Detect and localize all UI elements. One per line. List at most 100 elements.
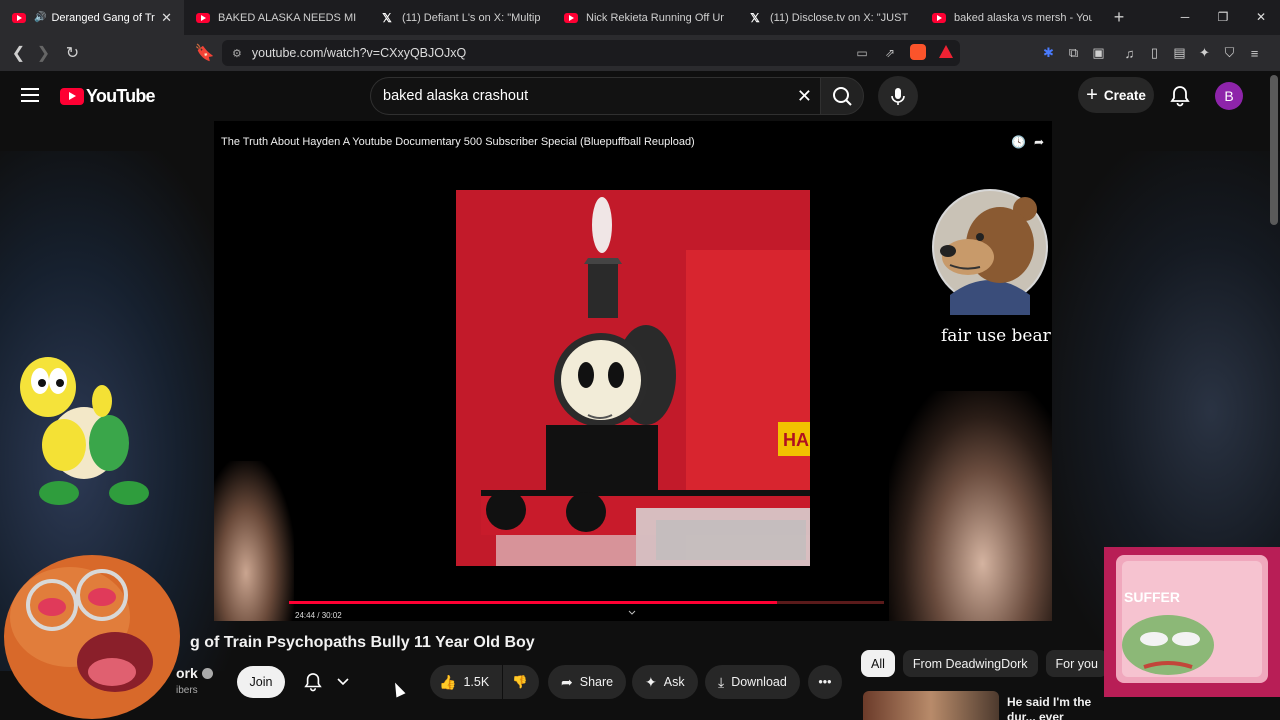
video-overlay-title[interactable]: The Truth About Hayden A Youtube Documen… xyxy=(221,136,695,148)
progress-fill xyxy=(289,601,777,604)
wallet-icon[interactable]: ▤ xyxy=(1167,45,1192,61)
watch-later-icon[interactable]: 🕓 xyxy=(1011,135,1026,149)
search-icon xyxy=(833,87,852,106)
download-label: Download xyxy=(731,675,787,689)
new-tab-button[interactable]: + xyxy=(1104,7,1134,28)
tab-title: BAKED ALASKA NEEDS MILK! #y xyxy=(218,11,356,24)
youtube-header: YouTube baked alaska crashout ✕ + Create… xyxy=(0,71,1280,121)
youtube-favicon-icon xyxy=(12,12,26,23)
speaker-icon[interactable]: 🔊 xyxy=(34,12,46,23)
cast-icon[interactable]: ▭ xyxy=(848,46,876,60)
forward-icon[interactable]: ❯ xyxy=(31,43,56,63)
close-window-icon[interactable]: ✕ xyxy=(1242,0,1280,35)
video-face-left xyxy=(214,461,294,621)
ask-button[interactable]: ✦ Ask xyxy=(632,665,698,699)
more-actions-button[interactable]: ••• xyxy=(808,665,842,699)
extension-icon[interactable]: ✱ xyxy=(1036,45,1061,61)
x-favicon-icon: 𝕏 xyxy=(750,10,760,25)
back-icon[interactable]: ❮ xyxy=(6,43,31,63)
page-scrollbar[interactable] xyxy=(1270,75,1278,225)
chip-for-you[interactable]: For you xyxy=(1045,650,1108,677)
reload-icon[interactable]: ↻ xyxy=(60,43,85,63)
x-favicon-icon: 𝕏 xyxy=(382,10,392,25)
ask-label: Ask xyxy=(663,675,685,689)
share-button[interactable]: ➦ Share xyxy=(548,665,627,699)
thumbs-up-icon: 👍 xyxy=(439,673,457,690)
sparkle-icon: ✦ xyxy=(645,673,657,690)
bell-icon xyxy=(1170,86,1190,107)
chip-from-channel[interactable]: From DeadwingDork xyxy=(902,650,1038,677)
voice-search-button[interactable] xyxy=(878,76,918,116)
search-input[interactable]: baked alaska crashout ✕ xyxy=(370,77,824,115)
address-bar[interactable]: ⚙ youtube.com/watch?v=CXxyQBJOJxQ ▭ ⇗ xyxy=(222,40,960,66)
video-title: g of Train Psychopaths Bully 11 Year Old… xyxy=(190,634,535,651)
share-arrow-icon: ➦ xyxy=(561,673,573,690)
recommended-video-title[interactable]: He said I'm the dur... ever xyxy=(1007,695,1107,720)
browser-tab-6[interactable]: baked alaska vs mersh - YouTub xyxy=(920,0,1104,35)
share-icon[interactable]: ➦ xyxy=(1034,135,1044,149)
guide-menu-icon[interactable] xyxy=(21,88,39,106)
browser-tab-4[interactable]: Nick Rekieta Running Off Uncivi xyxy=(552,0,736,35)
join-button[interactable]: Join xyxy=(237,666,285,698)
tab-title: (11) Disclose.tv on X: "JUST IN - xyxy=(770,11,908,24)
window-controls: ─ ❐ ✕ xyxy=(1166,0,1280,35)
close-tab-icon[interactable]: ✕ xyxy=(161,10,172,26)
dislike-button[interactable]: 👎 xyxy=(503,665,539,699)
like-button[interactable]: 👍 1.5K xyxy=(430,665,502,699)
leo-ai-icon[interactable]: ✦ xyxy=(1192,45,1217,61)
browser-tab-2[interactable]: BAKED ALASKA NEEDS MILK! #y xyxy=(184,0,368,35)
chip-all[interactable]: All xyxy=(861,650,895,677)
sidebar-icon[interactable]: ▯ xyxy=(1142,45,1167,61)
browser-tab-5[interactable]: 𝕏 (11) Disclose.tv on X: "JUST IN - xyxy=(736,0,920,35)
create-label: Create xyxy=(1103,87,1146,103)
progress-bar[interactable] xyxy=(289,601,884,604)
youtube-favicon-icon xyxy=(932,12,946,23)
plus-icon: + xyxy=(1086,83,1098,106)
search-button[interactable] xyxy=(820,77,864,115)
brave-rewards-icon[interactable] xyxy=(932,45,960,61)
bell-icon xyxy=(303,673,322,692)
screenshot-icon[interactable]: ▣ xyxy=(1086,45,1111,61)
notifications-button[interactable] xyxy=(1170,85,1190,112)
mouse-cursor xyxy=(390,680,406,698)
tab-title: Deranged Gang of Train xyxy=(51,11,155,24)
extensions-puzzle-icon[interactable]: ⧉ xyxy=(1061,45,1086,61)
recommendation-chips: All From DeadwingDork For you xyxy=(861,650,1108,677)
vpn-icon[interactable]: ⛉ xyxy=(1217,45,1242,61)
microphone-icon xyxy=(891,88,905,105)
restore-icon[interactable]: ❐ xyxy=(1204,0,1242,35)
subscribed-bell-button[interactable] xyxy=(296,666,356,698)
share-page-icon[interactable]: ⇗ xyxy=(876,46,904,60)
koopa-sticker-icon xyxy=(20,357,149,505)
video-player[interactable]: The Truth About Hayden A Youtube Documen… xyxy=(214,121,1052,621)
recommended-video-thumbnail[interactable] xyxy=(863,691,999,720)
music-icon[interactable]: ♫ xyxy=(1117,46,1142,61)
player-top-actions: 🕓 ➦ xyxy=(1011,135,1044,149)
suffer-sticker: SUFFER xyxy=(1104,547,1280,697)
clear-search-icon[interactable]: ✕ xyxy=(797,86,812,107)
chevron-down-icon[interactable] xyxy=(628,610,636,616)
extensions-bar: ✱ ⧉ ▣ ♫ ▯ ▤ ✦ ⛉ ≡ xyxy=(1036,35,1267,71)
potato-face-sticker-icon xyxy=(4,555,180,719)
create-button[interactable]: + Create xyxy=(1078,77,1154,113)
more-horizontal-icon: ••• xyxy=(818,675,832,689)
browser-tab-3[interactable]: 𝕏 (11) Defiant L's on X: "Multiple n xyxy=(368,0,552,35)
avatar[interactable]: B xyxy=(1215,82,1243,110)
menu-icon[interactable]: ≡ xyxy=(1242,46,1267,61)
bookmark-icon[interactable]: 🔖 xyxy=(192,43,217,63)
download-button[interactable]: ⤓ Download xyxy=(705,665,800,699)
thumbs-down-icon: 👎 xyxy=(512,674,528,689)
youtube-logo[interactable]: YouTube xyxy=(60,86,156,107)
url-text: youtube.com/watch?v=CXxyQBJOJxQ xyxy=(251,46,467,60)
site-settings-icon[interactable]: ⚙ xyxy=(232,47,242,60)
browser-tab-1[interactable]: 🔊 Deranged Gang of Train ✕ xyxy=(0,0,184,35)
tab-title: (11) Defiant L's on X: "Multiple n xyxy=(402,11,540,24)
search-value: baked alaska crashout xyxy=(383,88,529,104)
youtube-play-icon xyxy=(60,88,84,105)
minimize-icon[interactable]: ─ xyxy=(1166,0,1204,35)
brave-shields-icon[interactable] xyxy=(904,43,932,63)
watermark-text: fair use bear xyxy=(941,326,1051,346)
pepe-tv-icon xyxy=(1104,547,1280,697)
sticker-text: SUFFER xyxy=(1124,589,1180,605)
train-sign-text: HA xyxy=(783,430,809,450)
